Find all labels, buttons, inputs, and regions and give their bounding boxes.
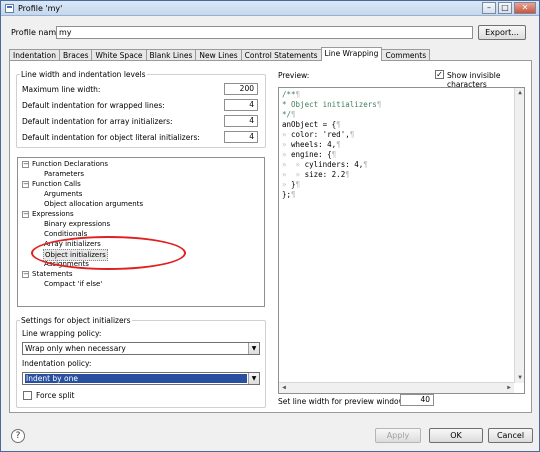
title-bar: Profile 'my' – □ ✕	[1, 1, 539, 16]
ok-button[interactable]: OK	[429, 428, 483, 443]
max-line-width-input[interactable]: 200	[224, 83, 258, 95]
wrapping-policy-label: Line wrapping policy:	[22, 329, 102, 338]
tree-item-binary-expressions[interactable]: Binary expressions	[44, 219, 110, 229]
tree-item-function-declarations[interactable]: Function Declarations	[32, 159, 108, 169]
export-button[interactable]: Export...	[478, 25, 526, 40]
chevron-down-icon: ▼	[248, 373, 259, 384]
close-button[interactable]: ✕	[514, 2, 536, 14]
scroll-down-icon[interactable]: ▼	[515, 373, 525, 383]
preview-width-label: Set line width for preview window:	[278, 397, 407, 406]
code-line: » engine: {¶	[282, 150, 337, 159]
tree-item-statements[interactable]: Statements	[32, 269, 72, 279]
indentation-policy-select[interactable]: Indent by one ▼	[22, 372, 260, 385]
code-line: /**¶	[282, 90, 301, 99]
tab-bar: Indentation Braces White Space Blank Lin…	[9, 47, 431, 61]
wrapping-policy-select[interactable]: Wrap only when necessary ▼	[22, 342, 260, 355]
object-indent-label: Default indentation for object literal i…	[22, 133, 200, 142]
preview-editor[interactable]: /**¶ * Object initializers¶ */¶ anObject…	[278, 87, 525, 394]
tree-item-compact-if-else[interactable]: Compact 'if else'	[44, 279, 102, 289]
wrapped-indent-label: Default indentation for wrapped lines:	[22, 101, 165, 110]
horizontal-scrollbar[interactable]: ◀ ▶	[279, 382, 514, 393]
code-line: » }¶	[282, 180, 301, 189]
code-line: » wheels: 4,¶	[282, 140, 341, 149]
wrapping-policy-value: Wrap only when necessary	[25, 344, 126, 353]
code-line: » color: 'red',¶	[282, 130, 355, 139]
tree-item-object-allocation-arguments[interactable]: Object allocation arguments	[44, 199, 143, 209]
code-line: » » cylinders: 4,¶	[282, 160, 368, 169]
apply-button[interactable]: Apply	[375, 428, 421, 443]
window-icon	[5, 3, 14, 13]
code-line: » » size: 2.2¶	[282, 170, 350, 179]
wrapping-element-tree: − Function Declarations Parameters − Fun…	[17, 157, 265, 307]
wrapped-indent-input[interactable]: 4	[224, 99, 258, 111]
tab-line-wrapping[interactable]: Line Wrapping	[320, 47, 383, 61]
tree-item-function-calls[interactable]: Function Calls	[32, 179, 81, 189]
code-line: */¶	[282, 110, 296, 119]
collapse-icon[interactable]: −	[22, 161, 29, 168]
line-width-group-title: Line width and indentation levels	[20, 70, 147, 79]
collapse-icon[interactable]: −	[22, 271, 29, 278]
scroll-up-icon[interactable]: ▲	[515, 88, 525, 98]
highlight-ellipse	[31, 236, 186, 270]
show-invisible-checkbox[interactable]: ✓	[435, 70, 444, 79]
profile-name-input[interactable]: my	[56, 26, 473, 39]
settings-group-title: Settings for object initializers	[20, 316, 132, 325]
code-line: * Object initializers¶	[282, 100, 382, 109]
array-indent-input[interactable]: 4	[224, 115, 258, 127]
force-split-checkbox[interactable]	[23, 391, 32, 400]
cancel-button[interactable]: Cancel	[488, 428, 533, 443]
force-split-label: Force split	[36, 391, 75, 400]
scroll-left-icon[interactable]: ◀	[279, 383, 289, 393]
preview-label: Preview:	[278, 71, 310, 80]
maximize-button[interactable]: □	[498, 2, 512, 14]
collapse-icon[interactable]: −	[22, 181, 29, 188]
tree-item-arguments[interactable]: Arguments	[44, 189, 82, 199]
preview-width-input[interactable]: 40	[400, 394, 434, 406]
tree-item-expressions[interactable]: Expressions	[32, 209, 74, 219]
help-icon[interactable]: ?	[11, 429, 25, 443]
code-line: anObject = {¶	[282, 120, 341, 129]
chevron-down-icon: ▼	[248, 343, 259, 354]
code-line: };¶	[282, 190, 296, 199]
vertical-scrollbar[interactable]: ▲ ▼	[514, 88, 524, 383]
indentation-policy-value: Indent by one	[25, 374, 247, 383]
array-indent-label: Default indentation for array initialize…	[22, 117, 173, 126]
object-indent-input[interactable]: 4	[224, 131, 258, 143]
max-line-width-label: Maximum line width:	[22, 85, 101, 94]
collapse-icon[interactable]: −	[22, 211, 29, 218]
minimize-button[interactable]: –	[482, 2, 496, 14]
tree-item-parameters[interactable]: Parameters	[44, 169, 84, 179]
scroll-right-icon[interactable]: ▶	[504, 383, 514, 393]
profile-dialog: Profile 'my' – □ ✕ Profile name: my Expo…	[0, 0, 540, 452]
indentation-policy-label: Indentation policy:	[22, 359, 92, 368]
window-title: Profile 'my'	[18, 3, 63, 13]
